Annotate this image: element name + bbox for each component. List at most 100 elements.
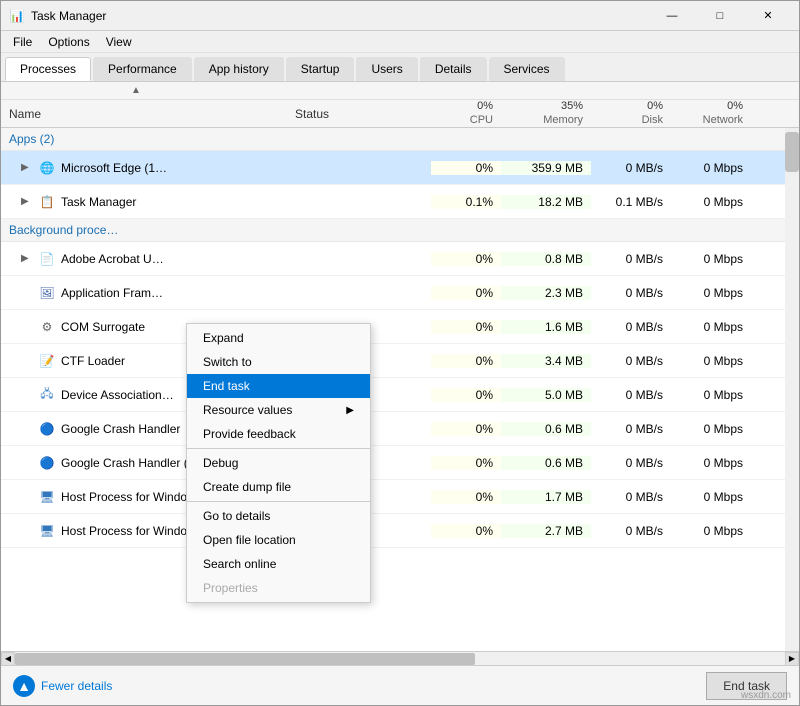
ctx-go-to-details[interactable]: Go to details: [187, 504, 370, 528]
menu-view[interactable]: View: [98, 33, 140, 51]
col-header-status[interactable]: Status: [291, 107, 431, 121]
fewer-details-button[interactable]: ▲ Fewer details: [13, 675, 112, 697]
tab-app-history[interactable]: App history: [194, 57, 284, 81]
minimize-button[interactable]: —: [649, 6, 695, 26]
col-header-memory[interactable]: 35% Memory: [501, 100, 591, 126]
scrollbar-thumb[interactable]: [785, 132, 799, 172]
table-row[interactable]: ▶ 🖼 Application Fram… 0% 2.3 MB 0 MB/s 0…: [1, 276, 799, 310]
cell-disk: 0 MB/s: [591, 354, 671, 368]
ctf-icon: 📝: [39, 353, 55, 369]
google-crash-32-icon: 🔵: [39, 455, 55, 471]
tab-details[interactable]: Details: [420, 57, 487, 81]
cell-disk: 0 MB/s: [591, 422, 671, 436]
col-header-disk[interactable]: 0% Disk: [591, 100, 671, 126]
ctx-resource-values[interactable]: Resource values ▶: [187, 398, 370, 422]
cell-cpu: 0%: [431, 161, 501, 175]
edge-icon: 🌐: [39, 160, 55, 176]
tab-startup[interactable]: Startup: [286, 57, 355, 81]
table-row[interactable]: ▶ 🖥 Host Process for Windows Tasks 0% 1.…: [1, 480, 799, 514]
cell-disk: 0 MB/s: [591, 388, 671, 402]
cell-memory: 18.2 MB: [501, 195, 591, 209]
cell-disk: 0 MB/s: [591, 286, 671, 300]
table-row[interactable]: ▶ 📋 Task Manager 0.1% 18.2 MB 0.1 MB/s 0…: [1, 185, 799, 219]
cell-disk: 0 MB/s: [591, 524, 671, 538]
scroll-right-btn[interactable]: ▶: [785, 652, 799, 666]
cell-cpu: 0%: [431, 320, 501, 334]
cell-cpu: 0%: [431, 354, 501, 368]
cell-memory: 3.4 MB: [501, 354, 591, 368]
ctx-properties: Properties: [187, 576, 370, 600]
vertical-scrollbar[interactable]: [785, 128, 799, 651]
cell-memory: 1.6 MB: [501, 320, 591, 334]
ctx-search-online[interactable]: Search online: [187, 552, 370, 576]
cell-disk: 0 MB/s: [591, 490, 671, 504]
scroll-thumb[interactable]: [15, 653, 475, 665]
process-name-appframe: ▶ 🖼 Application Fram…: [1, 285, 291, 301]
expand-icon[interactable]: ▶: [21, 162, 33, 173]
title-bar: 📊 Task Manager — □ ✕: [1, 1, 799, 31]
maximize-button[interactable]: □: [697, 6, 743, 26]
ctx-end-task[interactable]: End task: [187, 374, 370, 398]
ctx-expand[interactable]: Expand: [187, 326, 370, 350]
adobe-icon: 📄: [39, 251, 55, 267]
cell-memory: 1.7 MB: [501, 490, 591, 504]
cell-network: 0 Mbps: [671, 354, 751, 368]
cell-memory: 0.6 MB: [501, 456, 591, 470]
window-title: Task Manager: [31, 9, 649, 23]
menu-options[interactable]: Options: [40, 33, 97, 51]
table-row[interactable]: ▶ 📄 Adobe Acrobat U… 0% 0.8 MB 0 MB/s 0 …: [1, 242, 799, 276]
tab-processes[interactable]: Processes: [5, 57, 91, 81]
appframe-icon: 🖼: [39, 285, 55, 301]
table-row[interactable]: ▶ 🖥 Host Process for Windows Tasks 0% 2.…: [1, 514, 799, 548]
tab-users[interactable]: Users: [356, 57, 417, 81]
cell-network: 0 Mbps: [671, 422, 751, 436]
menu-file[interactable]: File: [5, 33, 40, 51]
column-headers: Name Status 0% CPU 35% Memory 0% Disk 0%…: [1, 100, 799, 128]
close-button[interactable]: ✕: [745, 6, 791, 26]
col-header-name[interactable]: Name: [1, 107, 291, 121]
expand-icon[interactable]: ▶: [21, 253, 33, 264]
tab-performance[interactable]: Performance: [93, 57, 192, 81]
submenu-arrow-icon: ▶: [346, 405, 354, 416]
cell-cpu: 0%: [431, 286, 501, 300]
cell-disk: 0 MB/s: [591, 252, 671, 266]
table-row[interactable]: ▶ ⚙ COM Surrogate 0% 1.6 MB 0 MB/s 0 Mbp…: [1, 310, 799, 344]
col-header-cpu[interactable]: 0% CPU: [431, 100, 501, 126]
surrogate-icon: ⚙: [39, 319, 55, 335]
ctx-create-dump[interactable]: Create dump file: [187, 475, 370, 499]
taskmanager-icon: 📋: [39, 194, 55, 210]
cell-cpu: 0%: [431, 456, 501, 470]
cell-memory: 2.3 MB: [501, 286, 591, 300]
task-manager-window: 📊 Task Manager — □ ✕ File Options View P…: [0, 0, 800, 706]
expand-icon[interactable]: ▶: [21, 196, 33, 207]
ctx-open-file-location[interactable]: Open file location: [187, 528, 370, 552]
cell-memory: 359.9 MB: [501, 161, 591, 175]
table-row[interactable]: ▶ 📝 CTF Loader 0% 3.4 MB 0 MB/s 0 Mbps: [1, 344, 799, 378]
cell-network: 0 Mbps: [671, 252, 751, 266]
status-bar: ▲ Fewer details End task wsxdn.com: [1, 665, 799, 705]
watermark: wsxdn.com: [741, 690, 791, 701]
window-controls: — □ ✕: [649, 6, 791, 26]
cell-memory: 5.0 MB: [501, 388, 591, 402]
fewer-details-icon: ▲: [13, 675, 35, 697]
app-icon: 📊: [9, 8, 25, 24]
ctx-switch-to[interactable]: Switch to: [187, 350, 370, 374]
process-list[interactable]: Apps (2) ▶ 🌐 Microsoft Edge (1… 0% 359.9…: [1, 128, 799, 651]
ctx-separator: [187, 448, 370, 449]
cell-cpu: 0%: [431, 490, 501, 504]
cell-network: 0 Mbps: [671, 388, 751, 402]
table-row[interactable]: ▶ 🖧 Device Association… 0% 5.0 MB 0 MB/s…: [1, 378, 799, 412]
col-header-network[interactable]: 0% Network: [671, 100, 751, 126]
table-row[interactable]: ▶ 🔵 Google Crash Handler 0% 0.6 MB 0 MB/…: [1, 412, 799, 446]
scroll-left-btn[interactable]: ◀: [1, 652, 15, 666]
horizontal-scrollbar[interactable]: ◀ ▶: [1, 651, 799, 665]
tab-services[interactable]: Services: [489, 57, 565, 81]
ctx-debug[interactable]: Debug: [187, 451, 370, 475]
process-name-adobe: ▶ 📄 Adobe Acrobat U…: [1, 251, 291, 267]
table-row[interactable]: ▶ 🌐 Microsoft Edge (1… 0% 359.9 MB 0 MB/…: [1, 151, 799, 185]
ctx-provide-feedback[interactable]: Provide feedback: [187, 422, 370, 446]
sort-arrow-icon: ▲: [131, 85, 141, 96]
cell-network: 0 Mbps: [671, 524, 751, 538]
table-row[interactable]: ▶ 🔵 Google Crash Handler (32 bit) 0% 0.6…: [1, 446, 799, 480]
scroll-track[interactable]: [15, 652, 785, 666]
